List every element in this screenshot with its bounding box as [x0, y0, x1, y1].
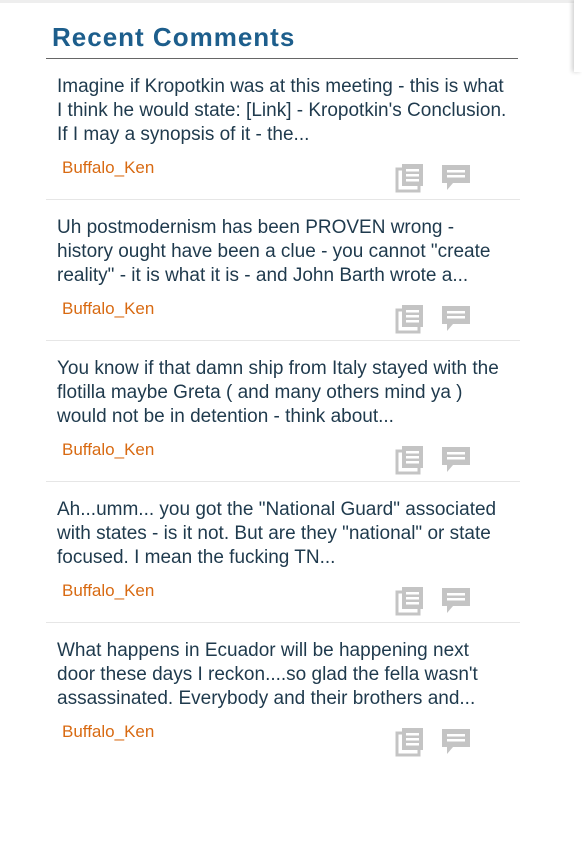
article-icon[interactable]	[395, 304, 425, 334]
widget-title: Recent Comments	[52, 22, 296, 52]
recent-comments-widget: Recent Comments Imagine if Kropotkin was…	[46, 20, 520, 763]
comment-bubble-icon[interactable]	[441, 163, 471, 193]
comment-meta: Buffalo_Ken	[57, 298, 512, 340]
comment-excerpt-link[interactable]: Imagine if Kropotkin was at this meeting…	[57, 75, 512, 147]
comment-bubble-icon[interactable]	[441, 445, 471, 475]
side-panel-edge	[574, 0, 582, 72]
top-divider	[0, 0, 582, 3]
comment-meta: Buffalo_Ken	[57, 721, 512, 763]
comment-item: Ah...umm... you got the "National Guard"…	[46, 482, 520, 623]
article-icon[interactable]	[395, 445, 425, 475]
comment-excerpt-link[interactable]: You know if that damn ship from Italy st…	[57, 357, 512, 429]
comment-item: Imagine if Kropotkin was at this meeting…	[46, 59, 520, 200]
comment-author-link[interactable]: Buffalo_Ken	[62, 580, 154, 602]
comment-meta: Buffalo_Ken	[57, 439, 512, 481]
comment-excerpt-link[interactable]: Uh postmodernism has been PROVEN wrong -…	[57, 216, 512, 288]
article-icon[interactable]	[395, 163, 425, 193]
comment-item: Uh postmodernism has been PROVEN wrong -…	[46, 200, 520, 341]
comment-author-link[interactable]: Buffalo_Ken	[62, 439, 154, 461]
comment-meta: Buffalo_Ken	[57, 157, 512, 199]
comment-bubble-icon[interactable]	[441, 727, 471, 757]
comment-excerpt-link[interactable]: What happens in Ecuador will be happenin…	[57, 639, 512, 711]
comment-author-link[interactable]: Buffalo_Ken	[62, 721, 154, 743]
comment-author-link[interactable]: Buffalo_Ken	[62, 298, 154, 320]
comment-meta: Buffalo_Ken	[57, 580, 512, 622]
article-icon[interactable]	[395, 586, 425, 616]
comment-bubble-icon[interactable]	[441, 304, 471, 334]
article-icon[interactable]	[395, 727, 425, 757]
comment-item: What happens in Ecuador will be happenin…	[46, 623, 520, 763]
comment-excerpt-link[interactable]: Ah...umm... you got the "National Guard"…	[57, 498, 512, 570]
comment-bubble-icon[interactable]	[441, 586, 471, 616]
comment-author-link[interactable]: Buffalo_Ken	[62, 157, 154, 179]
comment-item: You know if that damn ship from Italy st…	[46, 341, 520, 482]
